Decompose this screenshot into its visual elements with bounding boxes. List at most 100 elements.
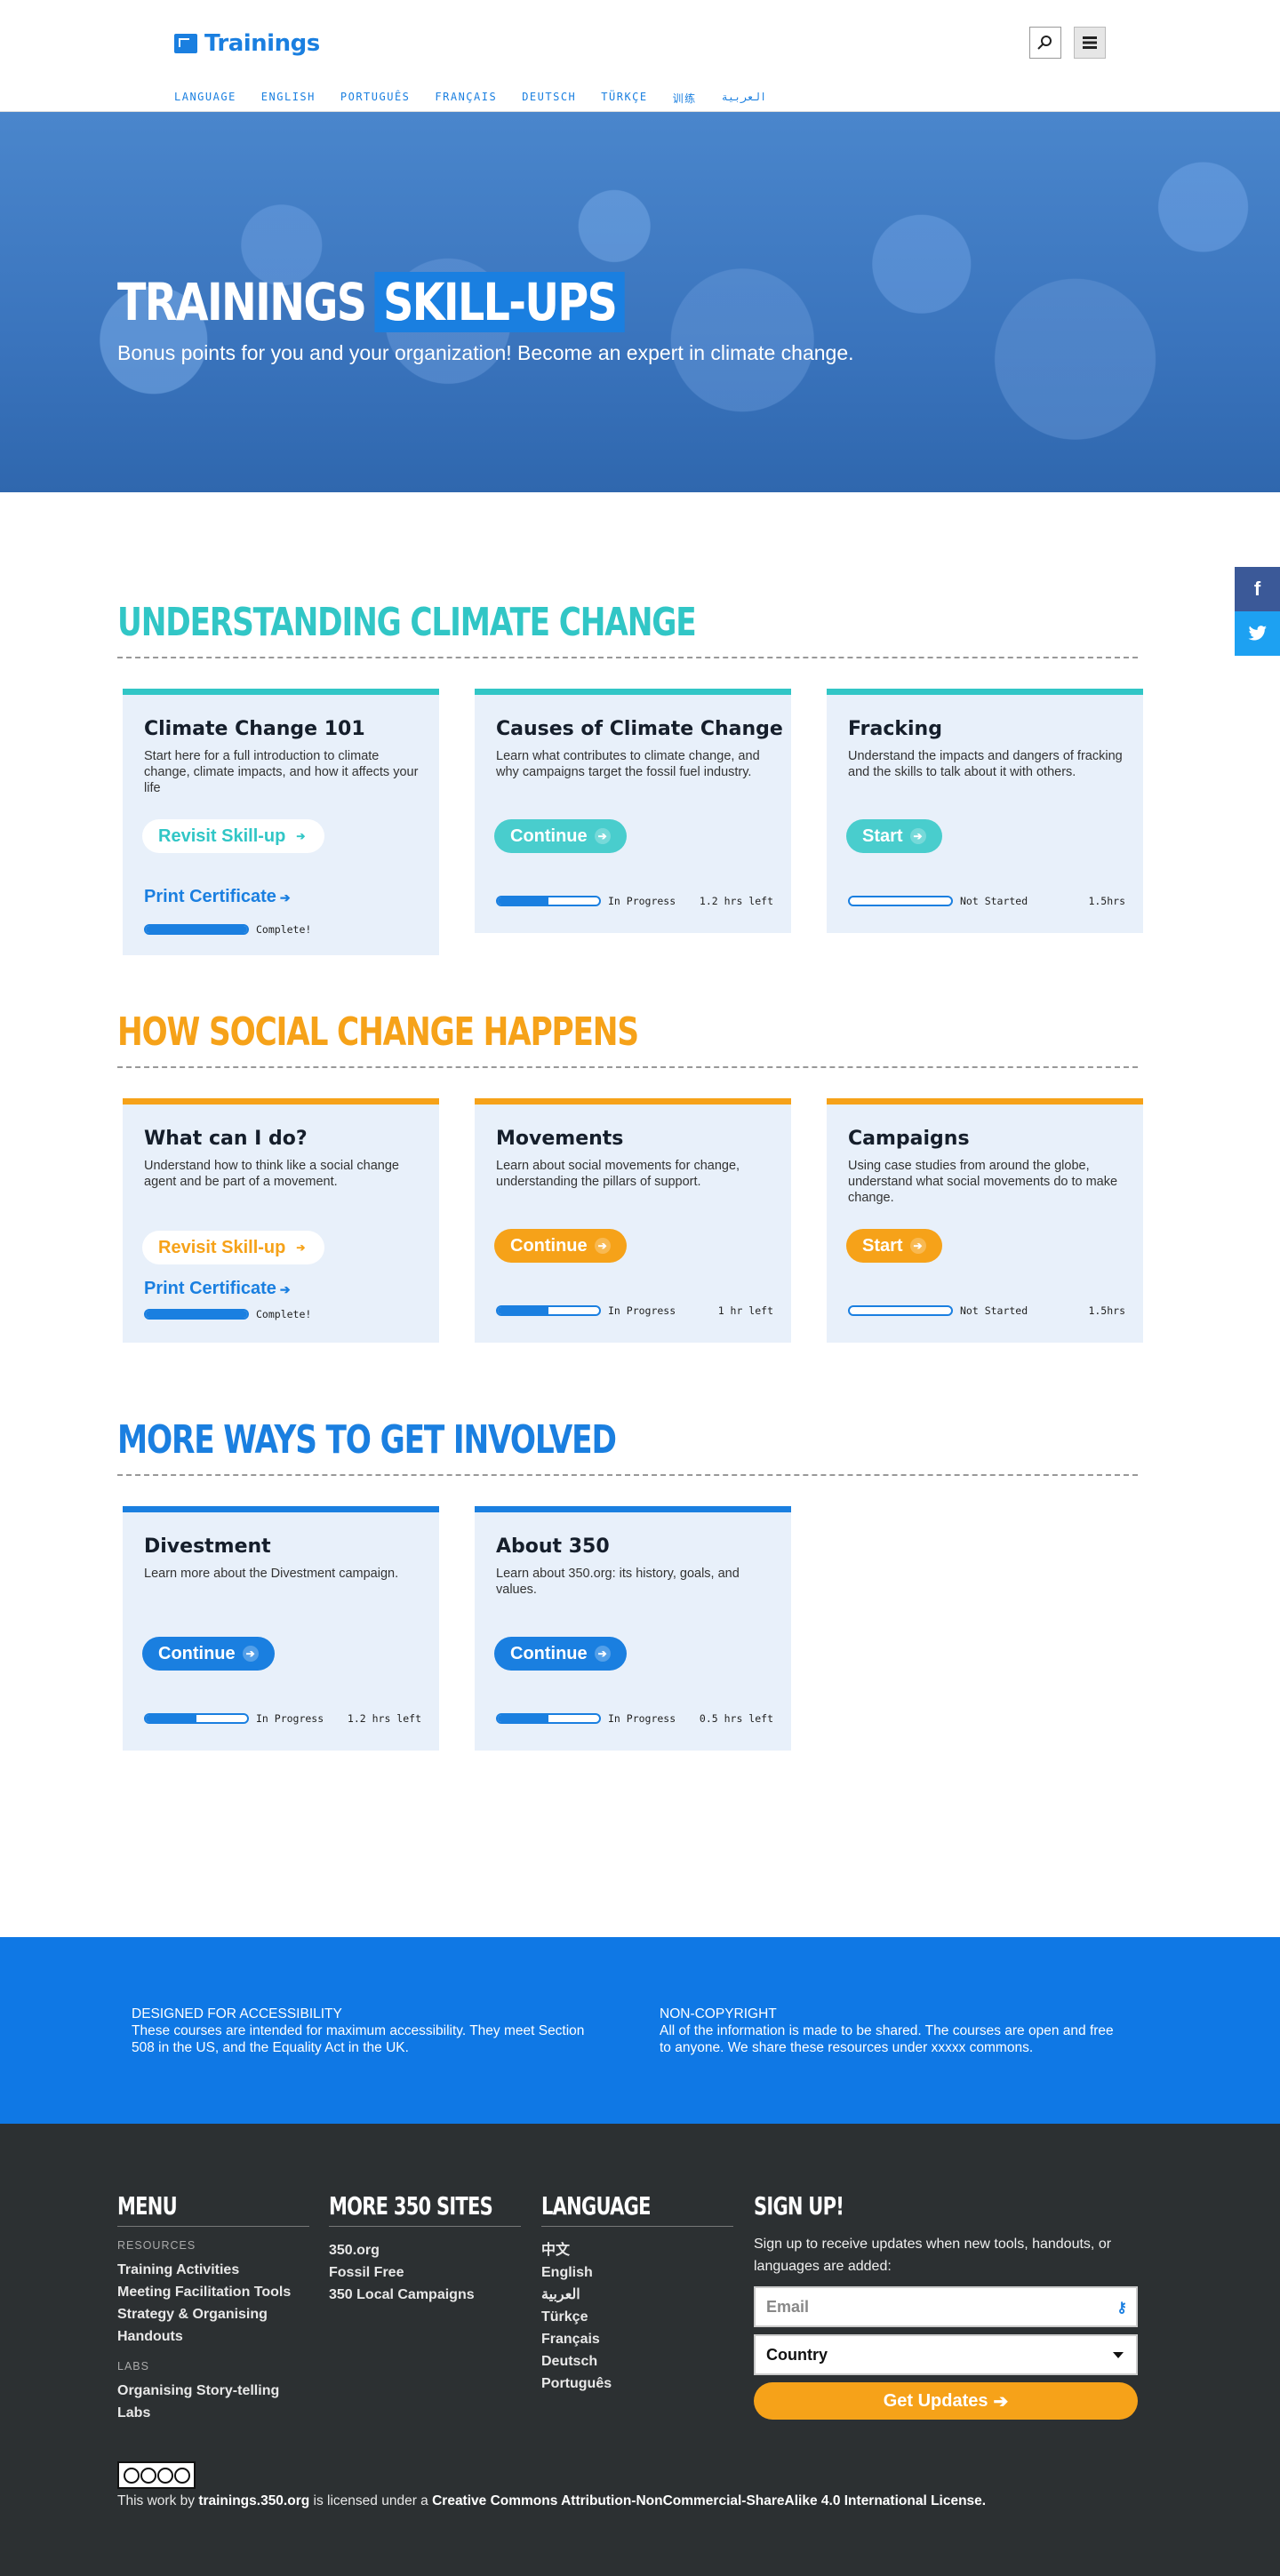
get-updates-button[interactable]: Get Updates ➔ — [754, 2382, 1138, 2420]
by-icon — [140, 2467, 156, 2484]
lang-portuguese[interactable]: PORTUGUÊS — [340, 91, 411, 106]
section-divider — [117, 1066, 1138, 1068]
card-title[interactable]: Fracking — [848, 718, 942, 740]
skillup-card: Causes of Climate Change Learn what contr… — [475, 689, 791, 933]
skillup-card: Movements Learn about social movements fo… — [475, 1098, 791, 1343]
cc-icon — [123, 2467, 140, 2484]
revisit-skillup-button[interactable]: Revisit Skill-up ➔ — [142, 819, 325, 853]
lang-german[interactable]: DEUTSCH — [522, 91, 576, 106]
footer-lang-arabic[interactable]: العربية — [541, 2284, 733, 2306]
button-label: Continue — [158, 1643, 236, 1663]
skillup-card: What can I do? Understand how to think li… — [123, 1098, 439, 1343]
lang-arabic[interactable]: العربية — [722, 91, 767, 106]
start-button[interactable]: Start ➔ — [846, 819, 942, 853]
key-icon: ⚷ — [1116, 2301, 1127, 2316]
accessibility-block: DESIGNED FOR ACCESSIBILITY These courses… — [132, 2006, 594, 2056]
revisit-skillup-button[interactable]: Revisit Skill-up ➔ — [142, 1231, 325, 1264]
lang-french[interactable]: FRANÇAIS — [435, 91, 497, 106]
arrow-right-icon: ➔ — [242, 1646, 259, 1662]
lang-chinese[interactable]: 训练 — [673, 91, 697, 106]
footer-link-350org[interactable]: 350.org — [329, 2239, 521, 2261]
button-label: Start — [862, 825, 903, 846]
logo-icon — [174, 34, 197, 53]
print-certificate-link[interactable]: Print Certificate ➔ — [144, 1279, 291, 1299]
time-remaining: 1.2 hrs left — [347, 1712, 421, 1725]
creative-commons-badge[interactable] — [117, 2461, 196, 2489]
progress-bar — [496, 896, 601, 906]
search-button[interactable] — [1029, 27, 1061, 59]
continue-button[interactable]: Continue ➔ — [494, 1637, 627, 1671]
skillup-card: Campaigns Using case studies from around … — [827, 1098, 1143, 1343]
card-title[interactable]: Movements — [496, 1128, 623, 1150]
footer-link-training-activities[interactable]: Training Activities — [117, 2259, 309, 2281]
progress-status: In Progress — [608, 1712, 676, 1725]
continue-button[interactable]: Continue ➔ — [494, 1229, 627, 1263]
time-remaining: 1.2 hrs left — [699, 895, 773, 907]
footer-lang-turkish[interactable]: Türkçe — [541, 2306, 733, 2328]
button-label: Continue — [510, 1643, 588, 1663]
footer-signup-heading: SIGN UP! — [754, 2191, 844, 2221]
card-description: Learn what contributes to climate change… — [496, 749, 760, 779]
progress-status: Not Started — [960, 895, 1028, 907]
country-select[interactable]: Country — [754, 2334, 1138, 2375]
chevron-down-icon — [1113, 2352, 1124, 2358]
card-title[interactable]: What can I do? — [144, 1128, 308, 1150]
email-placeholder: Email — [766, 2297, 810, 2316]
lang-english[interactable]: ENGLISH — [261, 91, 316, 106]
button-label: Start — [862, 1235, 903, 1256]
twitter-share-button[interactable] — [1235, 611, 1280, 656]
license-site-link[interactable]: trainings.350.org — [198, 2493, 309, 2508]
footer-sites-heading: MORE 350 SITES — [329, 2191, 493, 2221]
section-title: MORE WAYS TO GET INVOLVED — [117, 1417, 617, 1463]
non-copyright-heading: NON-COPYRIGHT — [660, 2006, 777, 2022]
hero-banner: TRAININGS SKILL-UPS — [0, 112, 1280, 492]
card-title[interactable]: Divestment — [144, 1535, 271, 1558]
card-title[interactable]: Climate Change 101 — [144, 718, 365, 740]
time-remaining: 1.5hrs — [1088, 895, 1125, 907]
divider — [329, 2226, 521, 2227]
progress-fill — [146, 926, 247, 933]
footer-lang-english[interactable]: English — [541, 2261, 733, 2284]
start-button[interactable]: Start ➔ — [846, 1229, 942, 1263]
hero-title: TRAININGS SKILL-UPS — [117, 272, 626, 332]
card-description: Learn more about the Divestment campaign… — [144, 1567, 399, 1581]
continue-button[interactable]: Continue ➔ — [494, 819, 627, 853]
site-logo[interactable]: Trainings — [174, 30, 320, 57]
card-title[interactable]: About 350 — [496, 1535, 610, 1558]
print-certificate-label: Print Certificate — [144, 1279, 276, 1298]
footer-link-storytelling-labs[interactable]: Organising Story-telling Labs — [117, 2380, 309, 2424]
non-copyright-text: All of the information is made to be sha… — [660, 2023, 1114, 2055]
continue-button[interactable]: Continue ➔ — [142, 1637, 275, 1671]
facebook-share-button[interactable]: f — [1235, 567, 1280, 611]
footer-link-strategy-handouts[interactable]: Strategy & Organising Handouts — [117, 2303, 309, 2348]
section-title: HOW SOCIAL CHANGE HAPPENS — [117, 1009, 639, 1055]
progress-status: In Progress — [608, 1304, 676, 1317]
card-description: Using case studies from around the globe… — [848, 1159, 1118, 1205]
license-name-link[interactable]: Creative Commons Attribution-NonCommerci… — [432, 2493, 986, 2508]
button-label: Revisit Skill-up — [158, 825, 286, 846]
time-remaining: 1 hr left — [717, 1304, 773, 1317]
card-title[interactable]: Causes of Climate Change — [496, 718, 783, 740]
accessibility-text: These courses are intended for maximum a… — [132, 2023, 585, 2055]
progress-status: Complete! — [256, 923, 312, 936]
print-certificate-label: Print Certificate — [144, 887, 276, 906]
skillup-card: Divestment Learn more about the Divestmen… — [123, 1506, 439, 1751]
time-remaining: 0.5 hrs left — [699, 1712, 773, 1725]
footer-lang-french[interactable]: Français — [541, 2328, 733, 2350]
print-certificate-link[interactable]: Print Certificate ➔ — [144, 887, 291, 907]
footer-lang-portuguese[interactable]: Português — [541, 2373, 733, 2395]
signup-description: Sign up to receive updates when new tool… — [754, 2237, 1112, 2274]
card-title[interactable]: Campaigns — [848, 1128, 970, 1150]
menu-button[interactable] — [1074, 27, 1106, 59]
accessibility-heading: DESIGNED FOR ACCESSIBILITY — [132, 2006, 342, 2022]
footer-link-fossil-free[interactable]: Fossil Free — [329, 2261, 521, 2284]
footer-sites: MORE 350 SITES 350.org Fossil Free 350 L… — [329, 2191, 521, 2306]
footer-link-local-campaigns[interactable]: 350 Local Campaigns — [329, 2284, 521, 2306]
lang-turkish[interactable]: TÜRKÇE — [601, 91, 647, 106]
hero-title-highlight: SKILL-UPS — [374, 272, 626, 332]
footer-lang-chinese[interactable]: 中文 — [541, 2239, 733, 2261]
footer-signup: SIGN UP! Sign up to receive updates when… — [754, 2191, 1138, 2420]
footer-link-meeting-tools[interactable]: Meeting Facilitation Tools — [117, 2281, 309, 2303]
email-field[interactable]: Email ⚷ — [754, 2286, 1138, 2327]
footer-lang-german[interactable]: Deutsch — [541, 2350, 733, 2373]
